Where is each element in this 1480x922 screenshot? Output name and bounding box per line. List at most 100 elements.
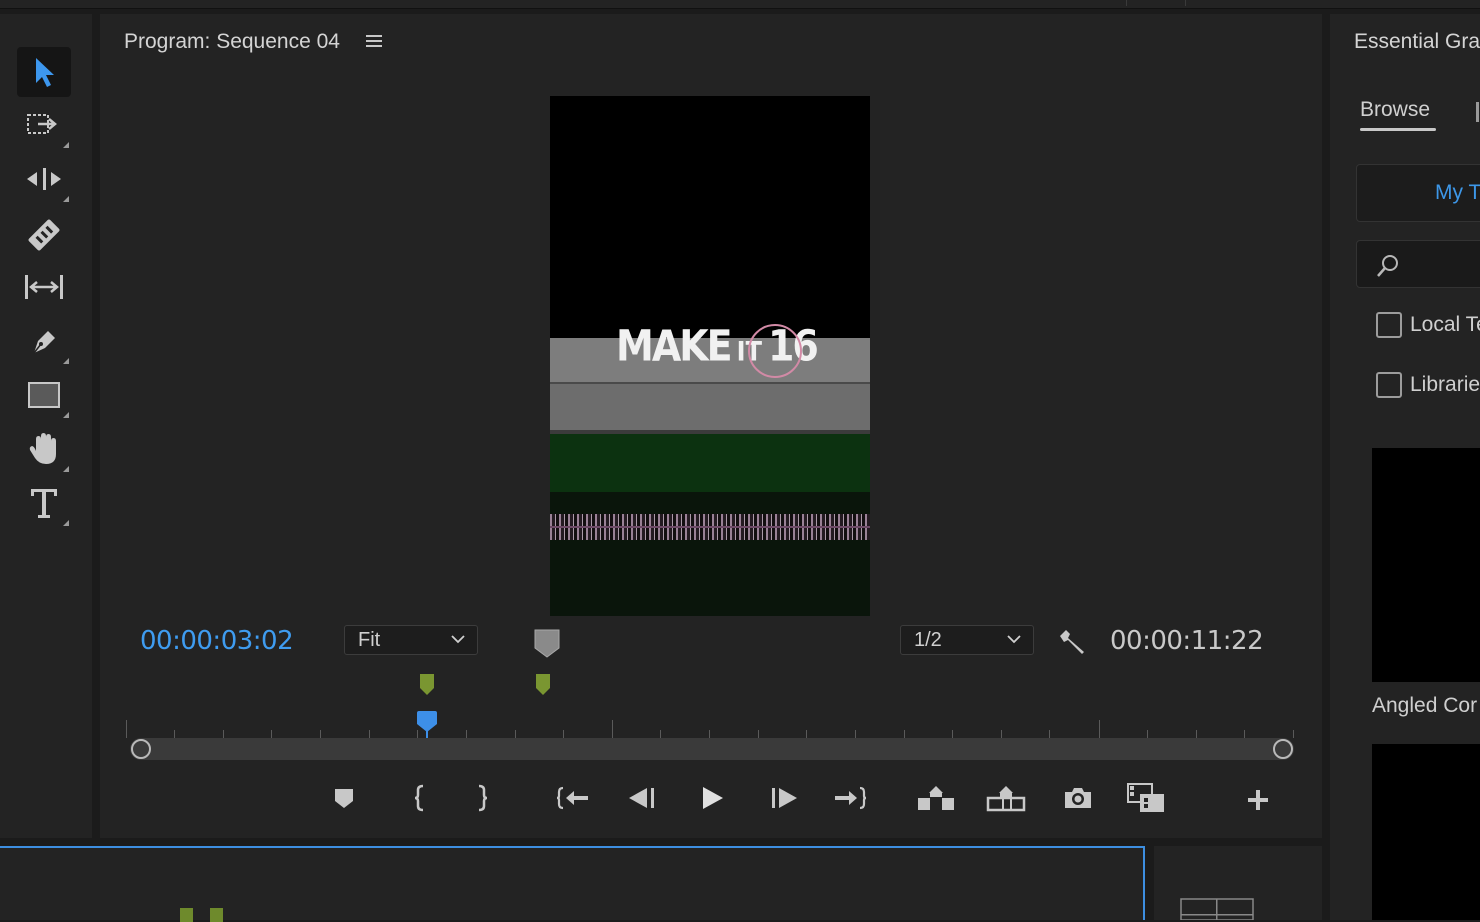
mark-out-button[interactable] [462,780,502,816]
tool-flyout-indicator [63,412,69,418]
ripple-edit-icon [27,168,61,190]
go-to-out-icon [835,786,867,810]
video-glitch-line [550,526,870,528]
panel-title[interactable]: Program: Sequence 04 [124,30,340,54]
extract-button[interactable] [986,780,1026,816]
tool-flyout-indicator [63,520,69,526]
hand-tool[interactable] [17,424,71,474]
play-icon [703,787,723,809]
libraries-checkbox[interactable] [1376,372,1402,398]
track-select-forward-tool[interactable] [17,100,71,150]
mark-out-icon [478,784,488,812]
ripple-edit-tool[interactable] [17,154,71,204]
duration-timecode: 00:00:11:22 [1110,626,1264,656]
top-bar [0,0,1480,9]
local-templates-checkbox[interactable] [1376,312,1402,338]
comparison-view-button[interactable] [1126,780,1166,816]
lift-icon [918,786,954,810]
tool-flyout-indicator [63,466,69,472]
go-to-in-button[interactable] [553,780,593,816]
add-marker-button[interactable] [324,780,364,816]
local-templates-label: Local Te [1410,313,1480,336]
type-icon [31,489,57,518]
playback-resolution-dropdown[interactable]: 1/2 [900,625,1034,655]
comparison-view-icon [1127,783,1164,812]
current-timecode[interactable]: 00:00:03:02 [140,626,294,656]
zoom-level-value: Fit [358,628,381,651]
tab-active-underline [1360,128,1436,131]
selection-tool[interactable] [17,47,71,97]
libraries-label: Librarie [1410,373,1480,396]
go-to-out-button[interactable] [830,780,870,816]
zoom-scrollbar[interactable] [130,738,1294,760]
my-templates-label: My T [1435,181,1480,204]
step-back-button[interactable] [622,780,662,816]
razor-tool[interactable] [17,210,71,260]
arrow-icon [36,58,54,87]
meter-grid-icon [1180,898,1254,920]
search-icon [1377,255,1398,277]
mark-in-button[interactable] [400,780,440,816]
scrollbar-end-handle[interactable] [1273,739,1293,759]
step-forward-icon [772,788,797,808]
tool-flyout-indicator [63,358,69,364]
plus-icon [1248,790,1268,810]
zoom-level-dropdown[interactable]: Fit [344,625,478,655]
lift-button[interactable] [916,780,956,816]
mark-in-icon [414,784,424,812]
time-ruler[interactable] [126,716,1296,738]
panel-menu-icon[interactable] [366,34,382,48]
tab-browse[interactable]: Browse [1360,98,1430,122]
pen-tool[interactable] [17,316,71,366]
camera-icon [1065,788,1091,808]
extract-icon [986,786,1026,812]
type-tool[interactable] [17,478,71,528]
rectangle-icon [28,382,60,408]
sequence-marker-icon[interactable] [418,672,436,698]
scrollbar-start-handle[interactable] [131,739,151,759]
wrench-settings-icon[interactable] [1056,626,1088,658]
rectangle-tool[interactable] [17,370,71,420]
video-preview[interactable]: MAKE IT 16 [550,96,870,616]
overlay-ring [748,324,802,378]
slip-icon [25,275,63,299]
go-to-in-icon [556,786,588,810]
tools-panel [0,14,92,838]
video-green-band [550,434,870,492]
playhead-handle[interactable] [416,710,438,740]
step-forward-button[interactable] [764,780,804,816]
chevron-down-icon [1007,635,1021,644]
export-frame-button[interactable] [1058,780,1098,816]
overlay-word-make: MAKE [616,321,733,371]
timeline-panel[interactable] [0,846,1145,922]
tool-flyout-indicator [63,142,69,148]
panel-divider [1126,0,1127,6]
video-gray-band-lower [550,384,870,430]
my-templates-toggle[interactable]: My T [1356,164,1480,222]
chevron-down-icon [451,635,465,644]
add-marker-icon [335,789,353,808]
track-select-icon [27,114,57,134]
slip-tool[interactable] [17,262,71,312]
template-name: Angled Cor [1372,694,1478,717]
template-thumbnail[interactable] [1372,448,1480,682]
button-editor-button[interactable] [1238,782,1278,818]
template-thumbnail[interactable] [1372,744,1480,920]
sequence-marker-icon[interactable] [534,672,552,698]
marker-icon[interactable] [534,628,560,658]
tab-edit-partial[interactable] [1476,102,1479,122]
template-search-input[interactable] [1356,240,1480,288]
play-button[interactable] [692,780,732,816]
tool-flyout-indicator [63,196,69,202]
audio-meters-panel [1154,846,1322,920]
step-back-icon [629,788,654,808]
pen-icon [33,331,55,354]
razor-icon [28,219,60,251]
essential-graphics-panel: Essential Gra Browse My T Local Te Libra… [1330,14,1480,920]
program-monitor-panel: Program: Sequence 04 MAKE IT 16 00:00:03:0… [100,14,1322,838]
playback-resolution-value: 1/2 [914,628,942,651]
panel-title[interactable]: Essential Gra [1354,30,1480,54]
panel-divider [1185,0,1186,6]
hand-icon [29,433,56,464]
video-dark-band [550,492,870,616]
